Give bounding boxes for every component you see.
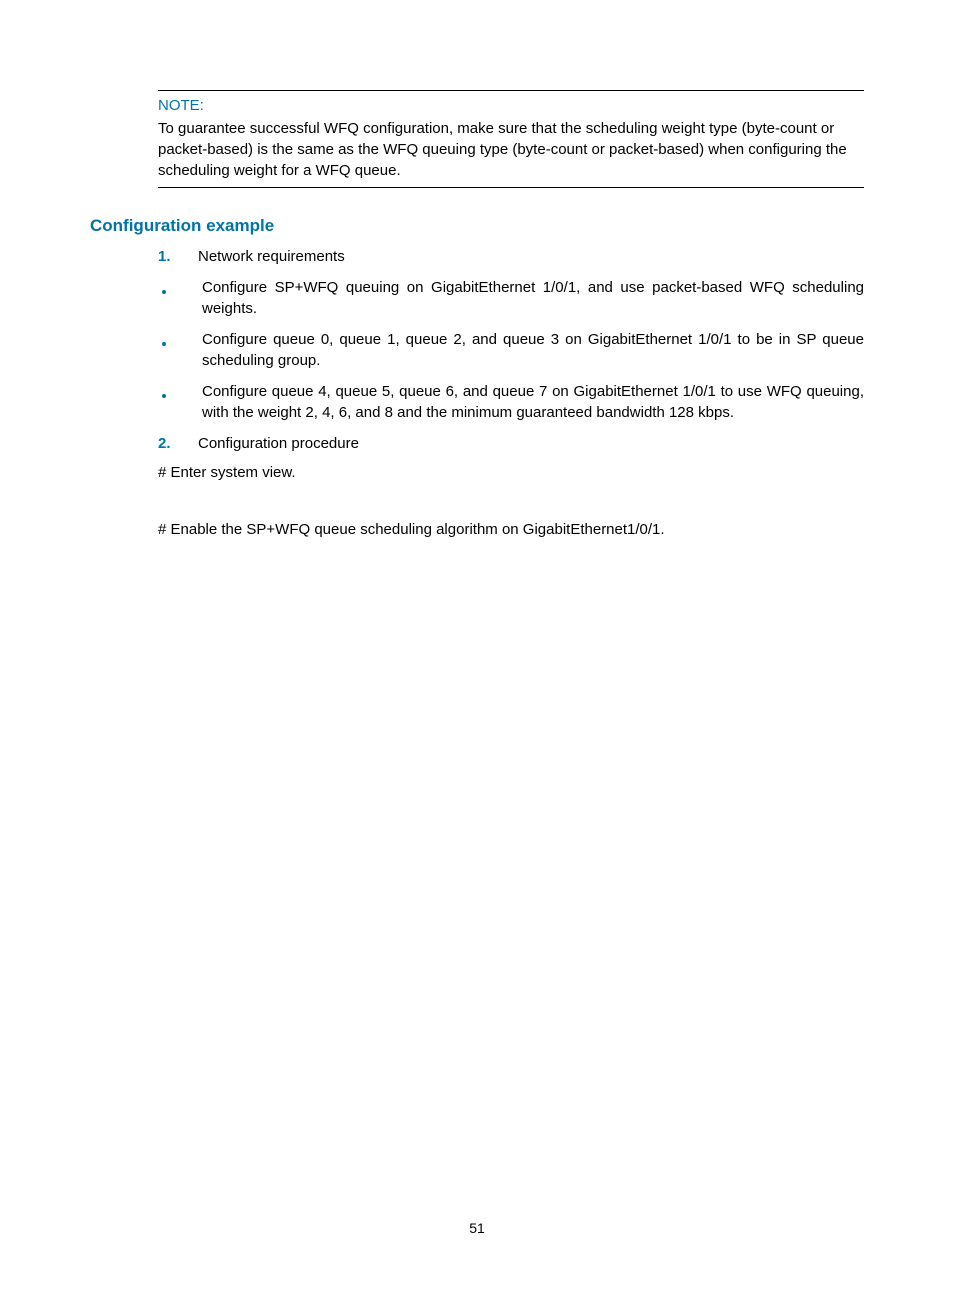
list-item: Configure SP+WFQ queuing on GigabitEther… [158, 277, 864, 319]
list-text: Configure SP+WFQ queuing on GigabitEther… [202, 277, 864, 319]
list-text: Configuration procedure [198, 433, 864, 454]
bullet-icon [158, 381, 202, 423]
list-text: Configure queue 0, queue 1, queue 2, and… [202, 329, 864, 371]
note-text: To guarantee successful WFQ configuratio… [158, 118, 864, 181]
list-item: Configure queue 0, queue 1, queue 2, and… [158, 329, 864, 371]
page-number: 51 [0, 1220, 954, 1236]
note-label: NOTE: [158, 97, 864, 114]
list-item: Configure queue 4, queue 5, queue 6, and… [158, 381, 864, 423]
page-content: NOTE: To guarantee successful WFQ config… [0, 0, 954, 538]
bullet-icon [158, 277, 202, 319]
list-item: 2. Configuration procedure [158, 433, 864, 454]
list-item: 1. Network requirements [158, 246, 864, 267]
list: 1. Network requirements Configure SP+WFQ… [158, 246, 864, 454]
list-text: Configure queue 4, queue 5, queue 6, and… [202, 381, 864, 423]
note-box: NOTE: To guarantee successful WFQ config… [158, 90, 864, 188]
paragraph: # Enable the SP+WFQ queue scheduling alg… [158, 521, 864, 538]
list-marker: 2. [158, 433, 198, 454]
list-marker: 1. [158, 246, 198, 267]
list-text: Network requirements [198, 246, 864, 267]
paragraph: # Enter system view. [158, 464, 864, 481]
bullet-icon [158, 329, 202, 371]
section-heading: Configuration example [90, 216, 864, 236]
